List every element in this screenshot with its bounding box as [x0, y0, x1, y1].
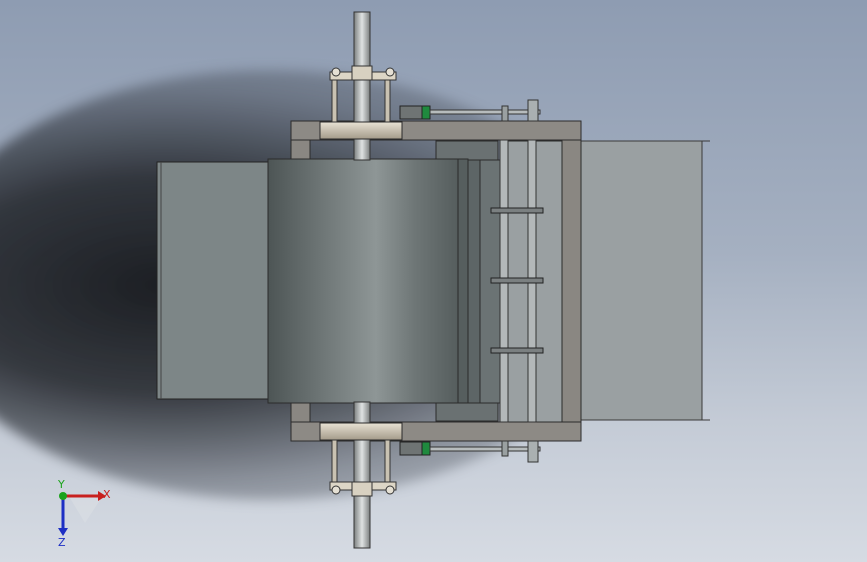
- x-axis-label: X: [103, 488, 111, 501]
- z-axis-arrowhead: [58, 528, 68, 536]
- z-axis-label: Z: [58, 536, 66, 548]
- right-belt-plate[interactable]: [577, 140, 710, 421]
- bottom-adjuster[interactable]: [399, 440, 541, 463]
- y-axis-dot: [59, 492, 67, 500]
- drum-roller[interactable]: [267, 158, 469, 404]
- y-axis-label: Y: [57, 478, 65, 491]
- roller-conveyor-model[interactable]: [0, 0, 867, 562]
- top-adjuster[interactable]: [399, 99, 541, 122]
- cad-viewport[interactable]: X Y Z: [0, 0, 867, 562]
- left-belt-plate[interactable]: [156, 161, 270, 400]
- triad-sphere-icon: [70, 494, 100, 523]
- axis-triad[interactable]: X Y Z: [40, 478, 130, 549]
